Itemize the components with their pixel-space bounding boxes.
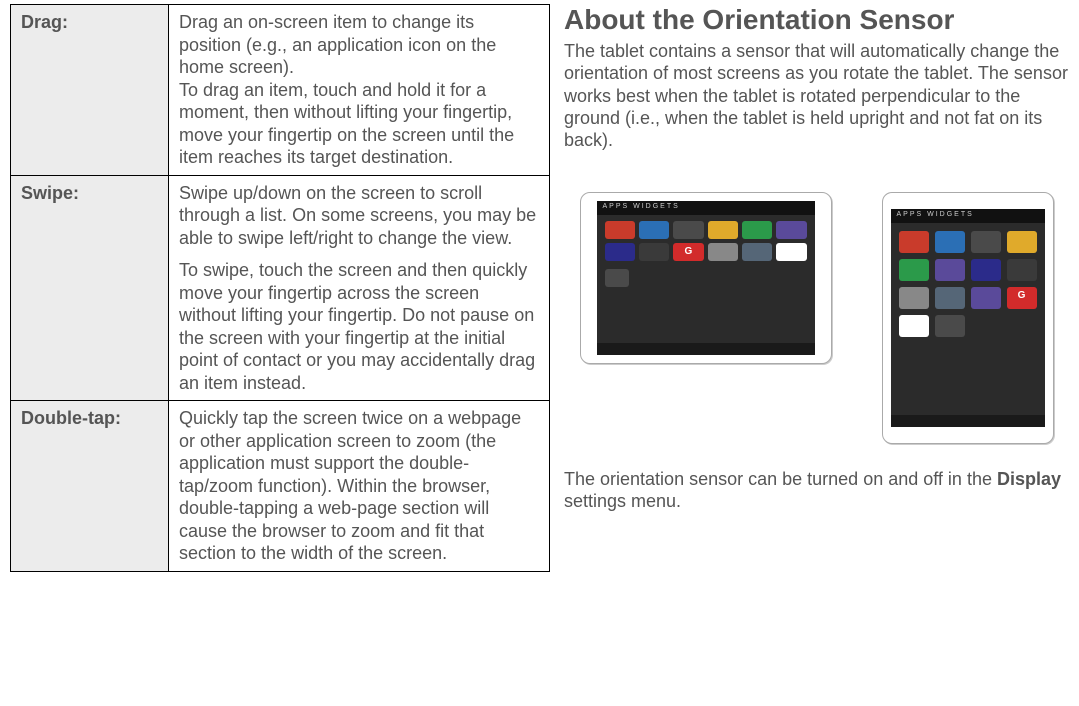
app-icon bbox=[605, 243, 635, 261]
app-icon bbox=[899, 315, 929, 337]
table-row: Double-tap: Quickly tap the screen twice… bbox=[11, 401, 550, 572]
gesture-desc-text: Swipe up/down on the screen to scroll th… bbox=[179, 183, 536, 248]
app-icon bbox=[971, 287, 1001, 309]
footer-text-bold: Display bbox=[997, 469, 1061, 489]
app-icon bbox=[605, 221, 635, 239]
app-icon bbox=[899, 231, 929, 253]
table-row: Swipe: Swipe up/down on the screen to sc… bbox=[11, 175, 550, 401]
tablet-illustration-row: APPS WIDGETS G bbox=[564, 162, 1069, 468]
app-row bbox=[597, 267, 815, 289]
app-icon-g: G bbox=[1007, 287, 1037, 309]
app-icon bbox=[935, 259, 965, 281]
gesture-term-doubletap: Double-tap: bbox=[11, 401, 169, 572]
orientation-footer: The orientation sensor can be turned on … bbox=[564, 468, 1069, 513]
tablet-landscape-illustration: APPS WIDGETS G bbox=[580, 192, 832, 364]
gesture-desc-swipe: Swipe up/down on the screen to scroll th… bbox=[169, 175, 550, 401]
app-icon-grid: G bbox=[597, 215, 815, 267]
gesture-term-swipe: Swipe: bbox=[11, 175, 169, 401]
gesture-desc-text: To drag an item, touch and hold it for a… bbox=[179, 80, 514, 168]
gesture-term-drag: Drag: bbox=[11, 5, 169, 176]
app-icon bbox=[971, 231, 1001, 253]
app-icon bbox=[742, 221, 772, 239]
table-row: Drag: Drag an on-screen item to change i… bbox=[11, 5, 550, 176]
nav-bar bbox=[597, 343, 815, 355]
app-icon bbox=[899, 259, 929, 281]
app-icon bbox=[708, 221, 738, 239]
tablet-screen: APPS WIDGETS G bbox=[891, 209, 1045, 427]
app-icon bbox=[708, 243, 738, 261]
app-icon bbox=[673, 221, 703, 239]
app-icon bbox=[1007, 259, 1037, 281]
tablet-portrait-illustration: APPS WIDGETS G bbox=[882, 192, 1054, 444]
gesture-desc-doubletap: Quickly tap the screen twice on a webpag… bbox=[169, 401, 550, 572]
app-icon bbox=[742, 243, 772, 261]
app-icon bbox=[639, 221, 669, 239]
app-icon bbox=[1007, 231, 1037, 253]
gesture-desc-text: Quickly tap the screen twice on a webpag… bbox=[179, 408, 521, 563]
orientation-intro: The tablet contains a sensor that will a… bbox=[564, 40, 1069, 152]
status-bar: APPS WIDGETS bbox=[597, 201, 815, 215]
tablet-screen: APPS WIDGETS G bbox=[597, 201, 815, 355]
app-icon bbox=[899, 287, 929, 309]
app-icon-grid: G bbox=[891, 223, 1045, 345]
app-icon bbox=[776, 221, 806, 239]
gesture-table: Drag: Drag an on-screen item to change i… bbox=[10, 4, 550, 572]
paragraph-gap bbox=[179, 249, 539, 259]
footer-text-pre: The orientation sensor can be turned on … bbox=[564, 469, 997, 489]
status-bar: APPS WIDGETS bbox=[891, 209, 1045, 223]
gesture-desc-text: Drag an on-screen item to change its pos… bbox=[179, 12, 496, 77]
app-icon bbox=[639, 243, 669, 261]
section-heading: About the Orientation Sensor bbox=[564, 4, 1069, 36]
right-column: About the Orientation Sensor The tablet … bbox=[564, 4, 1069, 696]
app-icon bbox=[971, 259, 1001, 281]
app-icon bbox=[935, 315, 965, 337]
app-icon-g: G bbox=[673, 243, 703, 261]
app-icon bbox=[935, 231, 965, 253]
app-icon bbox=[605, 269, 629, 287]
app-icon bbox=[776, 243, 806, 261]
gesture-desc-drag: Drag an on-screen item to change its pos… bbox=[169, 5, 550, 176]
gesture-desc-text: To swipe, touch the screen and then quic… bbox=[179, 260, 535, 393]
app-icon bbox=[935, 287, 965, 309]
footer-text-post: settings menu. bbox=[564, 491, 681, 511]
nav-bar bbox=[891, 415, 1045, 427]
left-column: Drag: Drag an on-screen item to change i… bbox=[10, 4, 550, 696]
